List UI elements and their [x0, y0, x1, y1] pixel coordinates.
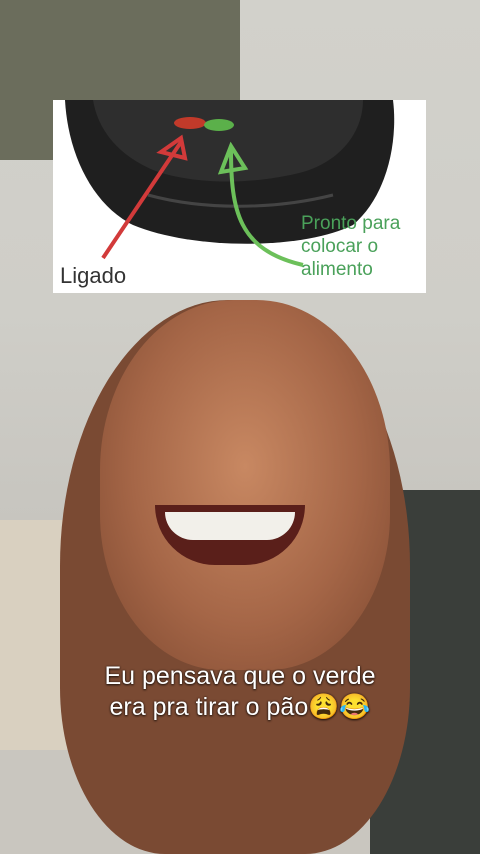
red-light: [174, 117, 206, 129]
sandwich-maker-diagram: Ligado Pronto para colocar o alimento: [53, 100, 426, 293]
caption-line-2: era pra tirar o pão😩😂: [109, 693, 371, 721]
label-pronto-line2: colocar o: [301, 236, 379, 257]
teeth: [165, 512, 295, 540]
label-pronto: Pronto para colocar o alimento: [301, 212, 400, 281]
laughing-face: [100, 300, 390, 670]
caption-line-1: Eu pensava que o verde: [104, 662, 376, 690]
label-pronto-line1: Pronto para: [301, 213, 401, 234]
green-light: [204, 119, 234, 131]
label-ligado: Ligado: [60, 263, 127, 288]
label-pronto-line3: alimento: [301, 259, 373, 280]
